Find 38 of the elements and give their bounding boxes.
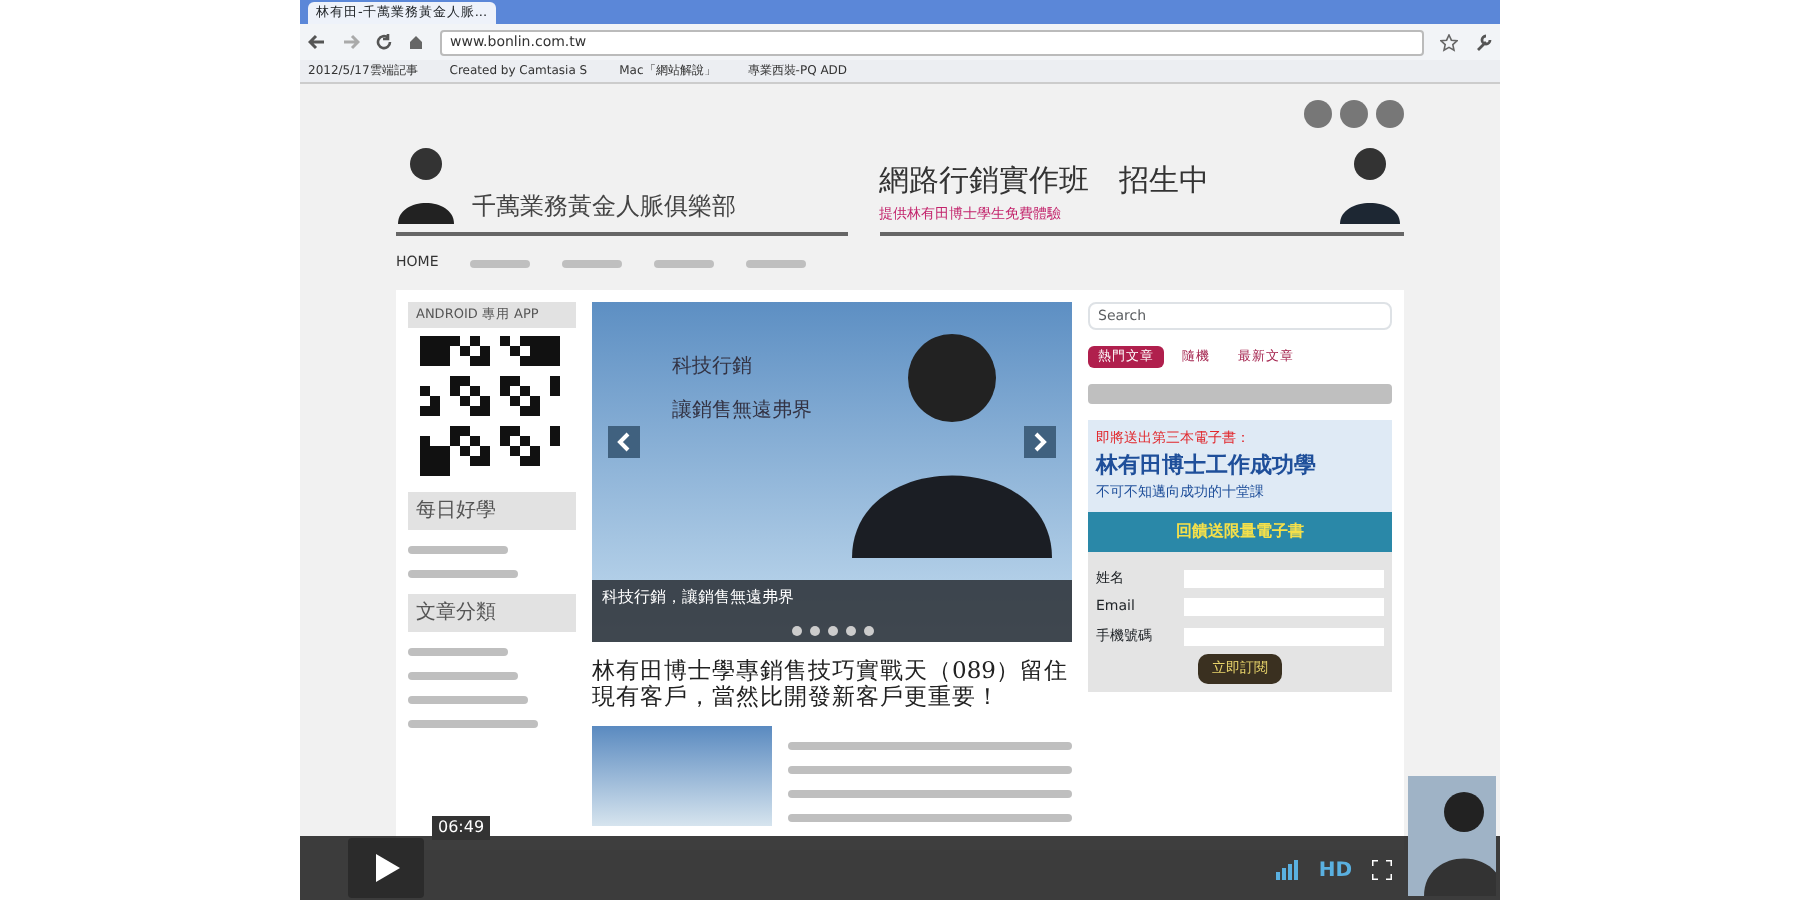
slide-dot[interactable]: [791, 625, 801, 635]
input-field[interactable]: [1184, 598, 1384, 616]
blurred-text: [408, 648, 508, 657]
post-title[interactable]: 林有田博士學專銷售技巧實戰天（089）留住現有客戶，當然比開發新客戶更重要！: [592, 657, 1072, 710]
slide-text: 科技行銷: [672, 353, 754, 381]
fullscreen-icon[interactable]: [1372, 860, 1392, 880]
slide-dot[interactable]: [809, 625, 819, 635]
gift-banner: 回饋送限量電子書: [1088, 511, 1392, 552]
star-icon[interactable]: [1440, 33, 1458, 51]
input-field[interactable]: [1184, 569, 1384, 587]
home-icon[interactable]: [408, 34, 424, 50]
play-icon[interactable]: [348, 838, 424, 898]
banner-title: 網路行銷實作班 招生中: [879, 160, 1211, 202]
slide-dot[interactable]: [827, 625, 837, 635]
input-field[interactable]: [1184, 627, 1384, 645]
person-silhouette: [1336, 144, 1404, 224]
person-silhouette: [1408, 776, 1496, 896]
slide-dot[interactable]: [863, 625, 873, 635]
person-silhouette: [396, 144, 456, 224]
slide-text: 讓銷售無遠弗界: [672, 397, 812, 425]
hd-toggle[interactable]: HD: [1318, 856, 1352, 886]
blurred-text: [408, 696, 528, 705]
ebook-title: 林有田博士工作成功學: [1096, 449, 1318, 482]
back-icon[interactable]: [308, 34, 326, 50]
site-title: 千萬業務黃金人脈俱樂部: [472, 190, 736, 224]
qr-code: [420, 336, 560, 477]
volume-bars-icon[interactable]: [1276, 860, 1300, 880]
reload-icon[interactable]: [376, 34, 392, 50]
blurred-text: [408, 672, 518, 681]
wrench-icon[interactable]: [1474, 33, 1492, 51]
caption-title: 科技行銷，讓銷售無遠弗界: [602, 585, 796, 609]
blurred-text: [408, 570, 518, 579]
slide-dot[interactable]: [845, 625, 855, 635]
blurred-text: [408, 720, 538, 729]
widget-heading: 每日好學: [408, 492, 576, 531]
time-tooltip: 06:49: [432, 816, 491, 840]
blurred-text: [408, 546, 508, 555]
widget-heading: 文章分類: [408, 594, 576, 633]
